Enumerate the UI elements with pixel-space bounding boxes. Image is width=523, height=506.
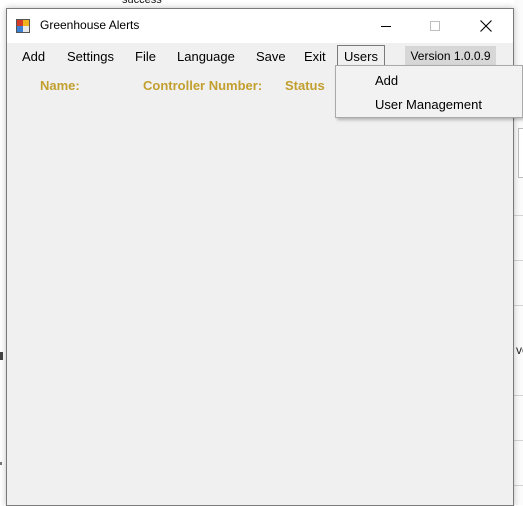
menu-language[interactable]: Language [177,49,235,64]
column-controller-header: Controller Number: [143,78,263,93]
column-name-header: Name: [40,78,80,93]
menu-users-label: Users [344,48,378,64]
background-divider [514,305,523,306]
background-divider [514,485,523,486]
close-icon [480,20,492,32]
app-window-icon [16,19,30,33]
dropdown-item-add-user[interactable]: Add [375,73,398,88]
minimize-icon [381,26,391,27]
menu-save[interactable]: Save [256,49,286,64]
menu-users[interactable]: Users [337,45,385,67]
background-divider [514,260,523,261]
background-divider [514,215,523,216]
background-label: ve [516,343,523,357]
minimize-button[interactable] [363,9,409,43]
menu-settings[interactable]: Settings [67,49,114,64]
version-label: Version 1.0.0.9 [405,46,496,66]
menu-add[interactable]: Add [22,49,45,64]
users-dropdown-menu: Add User Management [335,65,523,118]
background-tab [518,128,523,178]
title-bar[interactable]: Greenhouse Alerts [7,9,513,43]
background-text: success [122,0,162,6]
maximize-icon [430,21,440,31]
column-status-header: Status [285,78,325,93]
maximize-button[interactable] [412,9,458,43]
menu-file[interactable]: File [135,49,156,64]
background-divider [514,395,523,396]
dropdown-item-user-management[interactable]: User Management [375,97,482,112]
background-marker [0,352,3,360]
background-marker [0,462,2,465]
menu-exit[interactable]: Exit [304,49,326,64]
window-title: Greenhouse Alerts [40,18,140,32]
background-divider [514,440,523,441]
close-button[interactable] [463,9,509,43]
